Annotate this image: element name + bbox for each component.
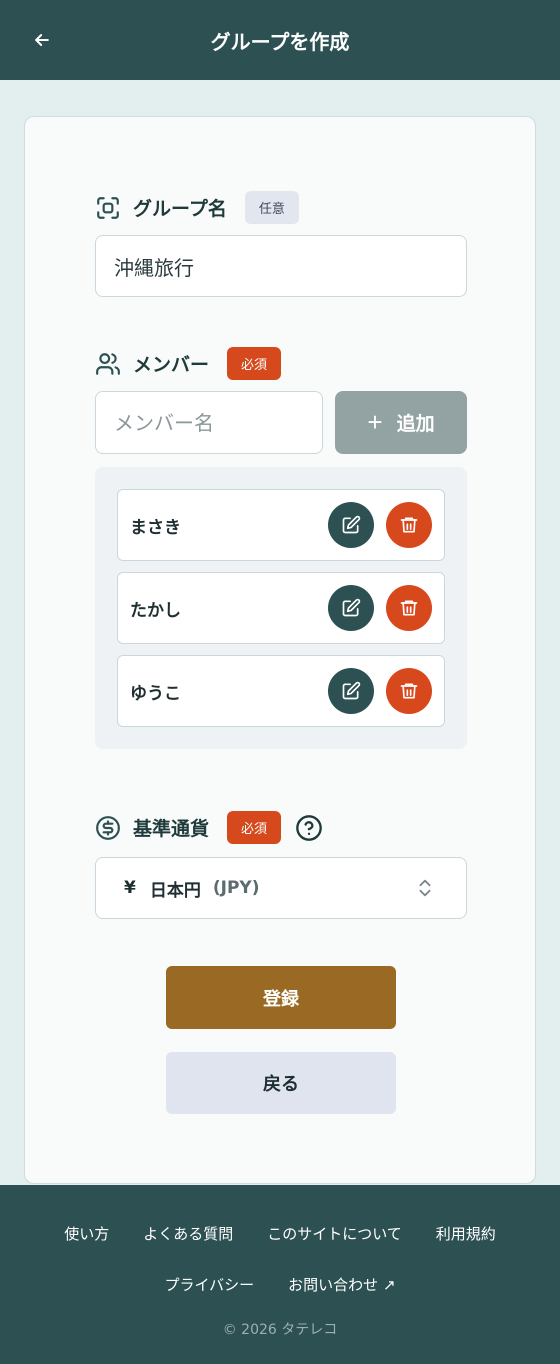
arrow-left-icon <box>35 34 49 46</box>
add-member-label: 追加 <box>396 414 435 435</box>
copyright: © 2026 タテレコ <box>222 1322 338 1338</box>
currency-label-text: 基準通貨 <box>133 818 210 840</box>
member-name: たかし <box>130 600 181 621</box>
back-button[interactable] <box>28 26 56 54</box>
back-page-button[interactable]: 戻る <box>166 1052 396 1114</box>
required-badge: 必須 <box>227 811 282 844</box>
footer-links-row2: プライバシー お問い合わせ ↗ <box>0 1274 560 1295</box>
footer-links-row1: 使い方 よくある質問 このサイトについて 利用規約 <box>0 1223 560 1244</box>
currency-label: 基準通貨 必須 <box>95 811 323 844</box>
footer-link-about[interactable]: このサイトについて <box>267 1223 402 1244</box>
member-name: まさき <box>130 517 181 538</box>
member-item: まさき <box>117 489 445 561</box>
page-title: グループを作成 <box>210 29 350 54</box>
edit-member-button[interactable] <box>328 585 374 631</box>
scan-face-icon <box>95 195 121 221</box>
footer-link-terms[interactable]: 利用規約 <box>436 1223 496 1244</box>
edit-icon <box>342 681 361 700</box>
required-badge: 必須 <box>227 347 282 380</box>
group-name-label-text: グループ名 <box>133 198 227 220</box>
trash-icon <box>400 517 418 533</box>
app-header: グループを作成 <box>0 0 560 80</box>
footer-link-how-to[interactable]: 使い方 <box>64 1223 109 1244</box>
delete-member-button[interactable] <box>386 502 432 548</box>
member-name: ゆうこ <box>130 683 181 704</box>
footer-link-privacy[interactable]: プライバシー <box>164 1274 254 1295</box>
trash-icon <box>400 600 418 616</box>
optional-badge: 任意 <box>244 191 299 224</box>
currency-select[interactable]: ¥ 日本円 (JPY) <box>95 857 467 919</box>
edit-member-button[interactable] <box>328 502 374 548</box>
delete-member-button[interactable] <box>386 668 432 714</box>
edit-icon <box>342 515 361 534</box>
footer-link-faq[interactable]: よくある質問 <box>143 1223 233 1244</box>
member-item: たかし <box>117 572 445 644</box>
dollar-circle-icon <box>95 815 121 841</box>
plus-icon: + <box>367 407 383 437</box>
register-button[interactable]: 登録 <box>166 966 396 1029</box>
members-label-text: メンバー <box>133 354 210 376</box>
member-name-input[interactable] <box>95 391 323 454</box>
currency-code: (JPY) <box>212 878 260 898</box>
trash-icon <box>400 683 418 699</box>
member-list: まさき たかし ゆうこ <box>95 467 467 749</box>
group-name-label: グループ名 任意 <box>95 191 299 224</box>
members-label: メンバー 必須 <box>95 347 282 380</box>
add-member-button[interactable]: + 追加 <box>335 391 467 454</box>
currency-name: 日本円 <box>149 880 201 901</box>
footer: 使い方 よくある質問 このサイトについて 利用規約 プライバシー お問い合わせ … <box>0 1185 560 1364</box>
edit-member-button[interactable] <box>328 668 374 714</box>
group-name-input[interactable] <box>95 235 467 297</box>
create-group-card: グループ名 任意 メンバー 必須 + 追加 まさき <box>24 116 536 1184</box>
delete-member-button[interactable] <box>386 585 432 631</box>
currency-symbol: ¥ <box>124 878 136 898</box>
chevron-up-down-icon <box>414 877 436 899</box>
edit-icon <box>342 598 361 617</box>
footer-link-contact[interactable]: お問い合わせ ↗ <box>288 1274 395 1295</box>
help-icon[interactable] <box>295 814 323 842</box>
member-item: ゆうこ <box>117 655 445 727</box>
users-icon <box>95 351 121 377</box>
